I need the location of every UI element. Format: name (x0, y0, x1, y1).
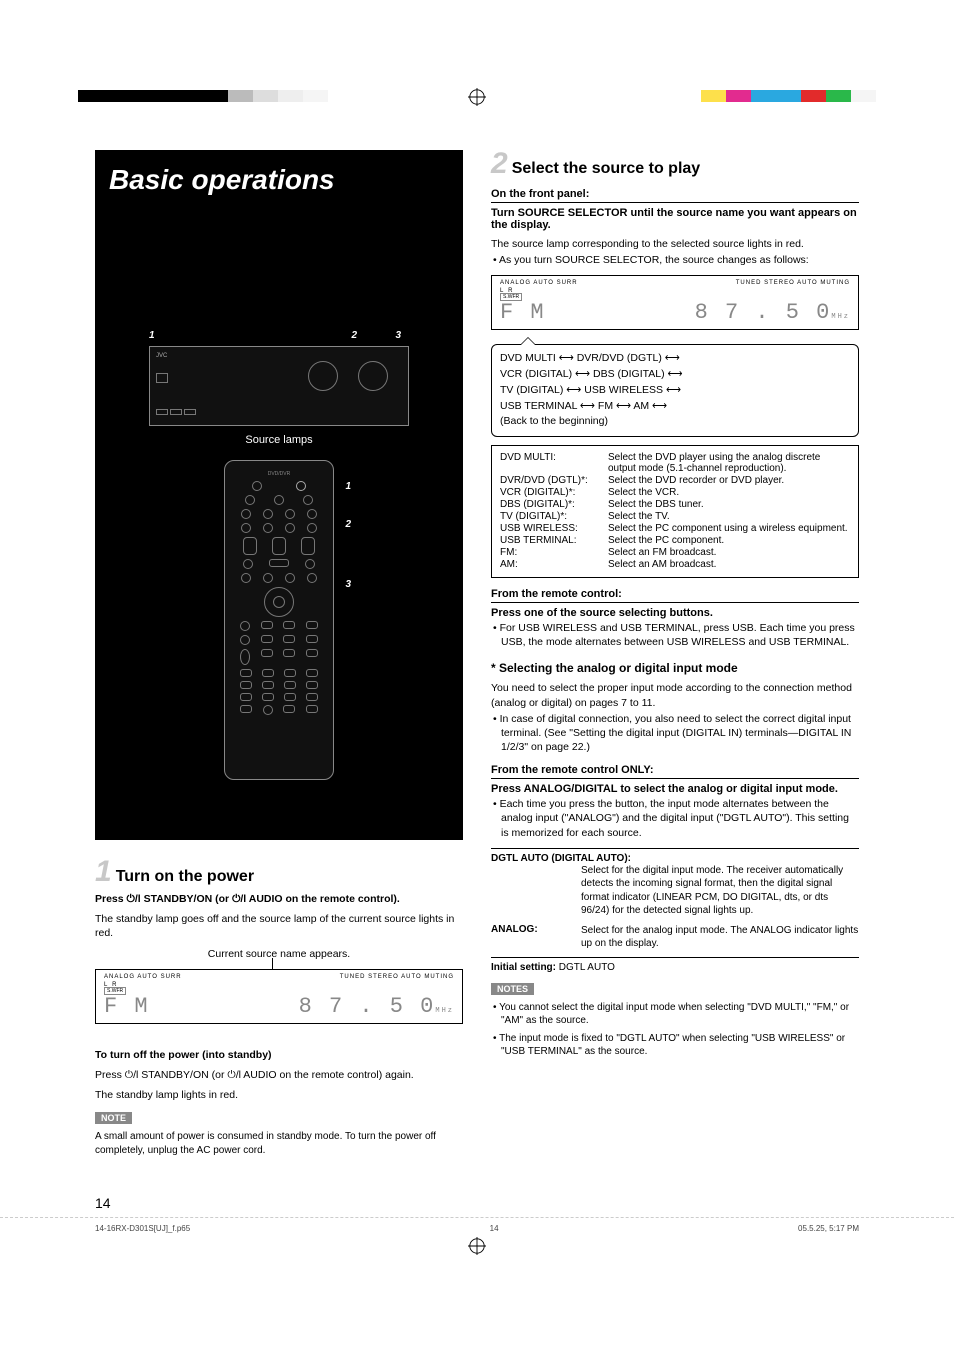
display-panel-1: ANALOG AUTO SURR TUNED STEREO AUTO MUTIN… (95, 969, 463, 1024)
step-1-title: Turn on the power (116, 868, 254, 886)
device-diagram: JVC 1 2 3 Source lamps DVD/DVR (109, 346, 449, 780)
front-panel-instruction: Turn SOURCE SELECTOR until the source na… (491, 207, 859, 231)
power-off-body2: The standby lamp lights in red. (95, 1088, 463, 1102)
remote-only-instruction: Press ANALOG/DIGITAL to select the analo… (491, 783, 859, 795)
front-panel-bullet: • As you turn SOURCE SELECTOR, the sourc… (491, 253, 859, 267)
color-bar-left (78, 90, 328, 102)
step-2-number: 2 (491, 150, 508, 177)
step-2-heading: 2 Select the source to play (491, 150, 859, 178)
title-banner: Basic operations JVC 1 2 3 (95, 150, 463, 840)
front-panel-heading: On the front panel: (491, 188, 859, 203)
display-panel-2: ANALOG AUTO SURR TUNED STEREO AUTO MUTIN… (491, 275, 859, 330)
remote-only-heading: From the remote control ONLY: (491, 764, 859, 779)
right-column: 2 Select the source to play On the front… (491, 150, 859, 1157)
callout-2: 2 (351, 330, 357, 341)
footer-page: 14 (490, 1224, 499, 1233)
analog-digital-heading: * Selecting the analog or digital input … (491, 661, 859, 675)
print-footer: 14-16RX-D301S[UJ]_f.p65 14 05.5.25, 5:17… (0, 1217, 954, 1233)
notes-item-2: • The input mode is fixed to "DGTL AUTO"… (491, 1032, 859, 1059)
flow-line: VCR (DIGITAL) ⟷ DBS (DIGITAL) ⟷ (500, 367, 850, 383)
note-tag: NOTE (95, 1112, 132, 1124)
remote-bullet: • For USB WIRELESS and USB TERMINAL, pre… (491, 621, 859, 649)
registration-mark-icon (468, 88, 486, 111)
step-1-body: The standby lamp goes off and the source… (95, 912, 463, 940)
dgtl-auto-desc: Select for the digital input mode. The r… (581, 864, 859, 918)
power-icon: ⏻/l (232, 893, 246, 905)
power-off-body1: Press ⏻/l STANDBY/ON (or ⏻/l AUDIO on th… (95, 1068, 463, 1082)
note-body: A small amount of power is consumed in s… (95, 1130, 463, 1157)
power-icon: ⏻/l (127, 893, 141, 905)
analog-digital-body: You need to select the proper input mode… (491, 681, 859, 709)
footer-file: 14-16RX-D301S[UJ]_f.p65 (95, 1224, 190, 1233)
flow-line: USB TERMINAL ⟷ FM ⟷ AM ⟷ (500, 399, 850, 415)
remote-diagram: DVD/DVR (224, 460, 334, 780)
color-bar-right (701, 90, 876, 102)
power-off-heading: To turn off the power (into standby) (95, 1048, 463, 1062)
remote-only-bullet: • Each time you press the button, the in… (491, 797, 859, 840)
footer-timestamp: 05.5.25, 5:17 PM (798, 1224, 859, 1233)
remote-callout-2: 2 (345, 519, 351, 530)
page-content: Basic operations JVC 1 2 3 (0, 110, 954, 1177)
analog-digital-bullet: • In case of digital connection, you als… (491, 712, 859, 755)
left-column: Basic operations JVC 1 2 3 (95, 150, 463, 1157)
source-table: DVD MULTI:Select the DVD player using th… (491, 445, 859, 578)
registration-mark-bottom-icon (0, 1237, 954, 1260)
step-2-title: Select the source to play (512, 160, 701, 178)
mode-block: DGTL AUTO (DIGITAL AUTO): Select for the… (491, 848, 859, 973)
display-caption: Current source name appears. (95, 947, 463, 961)
remote-heading: From the remote control: (491, 588, 859, 603)
notes-tag: NOTES (491, 983, 534, 995)
step-1-instruction: Press ⏻/l STANDBY/ON (or ⏻/l AUDIO on th… (95, 892, 463, 906)
callout-1: 1 (149, 330, 155, 341)
page-number: 14 (95, 1195, 954, 1211)
flow-line: TV (DIGITAL) ⟷ USB WIRELESS ⟷ (500, 383, 850, 399)
front-panel-body: The source lamp corresponding to the sel… (491, 237, 859, 251)
remote-callout-1: 1 (345, 481, 351, 492)
page-title: Basic operations (109, 164, 449, 196)
remote-callout-3: 3 (345, 579, 351, 590)
step-1-heading: 1 Turn on the power (95, 858, 463, 886)
remote-instruction: Press one of the source selecting button… (491, 607, 859, 619)
source-lamps-label: Source lamps (109, 434, 449, 446)
power-icon: ⏻/l (227, 1069, 241, 1081)
initial-setting: Initial setting: DGTL AUTO (491, 957, 859, 973)
dgtl-auto-heading: DGTL AUTO (DIGITAL AUTO): (491, 853, 859, 864)
power-icon: ⏻/l (125, 1069, 139, 1081)
flow-line: (Back to the beginning) (500, 414, 850, 430)
source-flow-box: DVD MULTI ⟷ DVR/DVD (DGTL) ⟷ VCR (DIGITA… (491, 344, 859, 437)
step-1-number: 1 (95, 858, 112, 885)
flow-line: DVD MULTI ⟷ DVR/DVD (DGTL) ⟷ (500, 351, 850, 367)
callout-3: 3 (395, 330, 401, 341)
notes-item-1: • You cannot select the digital input mo… (491, 1001, 859, 1028)
crop-registration-area (0, 0, 954, 110)
